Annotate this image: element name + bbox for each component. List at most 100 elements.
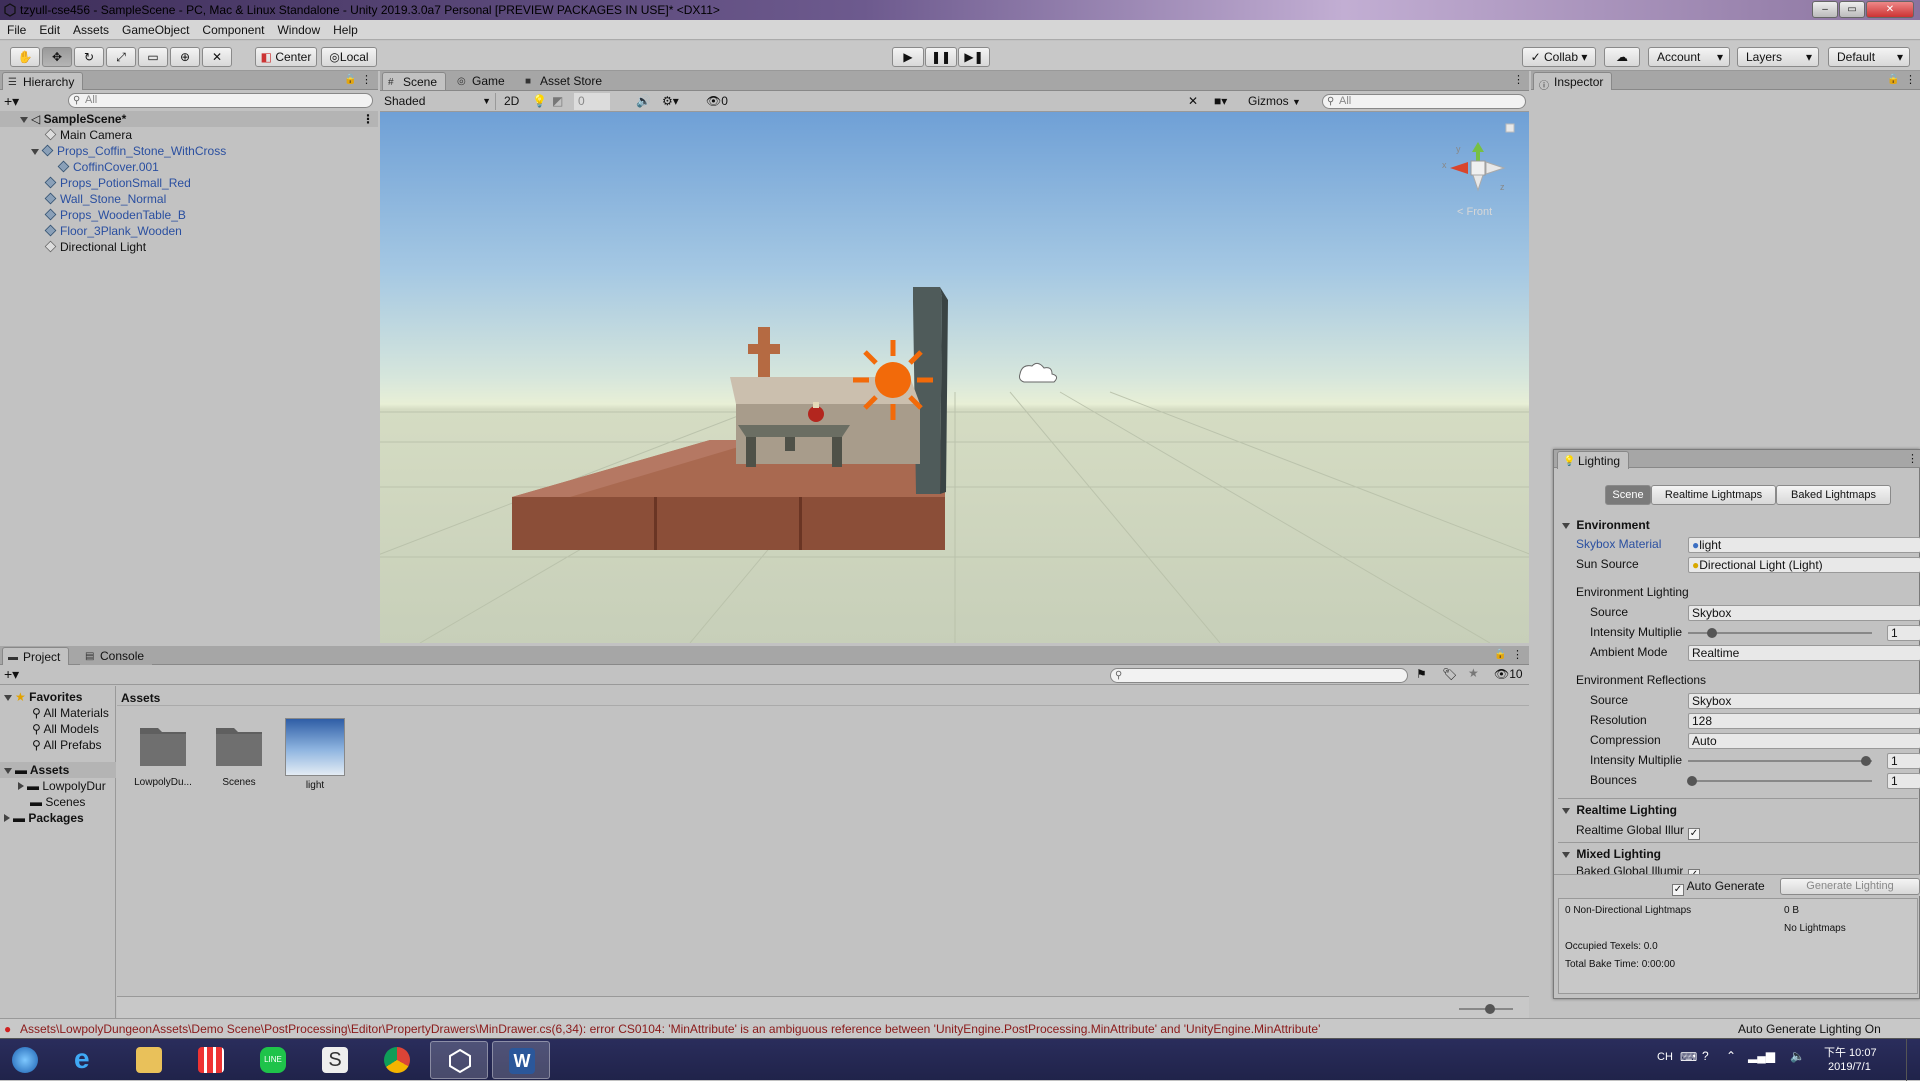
ime-indicator[interactable]: CH: [1657, 1051, 1673, 1063]
panel-menu-icon[interactable]: ⋮: [1512, 648, 1523, 661]
bounces-field[interactable]: 1: [1887, 773, 1920, 789]
slider-knob[interactable]: [1686, 776, 1697, 786]
orientation-label[interactable]: < Front: [1457, 206, 1492, 218]
hierarchy-item-coffin[interactable]: Props_Coffin_Stone_WithCross: [0, 143, 226, 159]
refl-intensity-field[interactable]: 1: [1887, 753, 1920, 769]
hierarchy-item-coffin-cover[interactable]: CoffinCover.001: [0, 159, 159, 175]
minimize-button[interactable]: –: [1812, 1, 1838, 18]
favorite-all-materials[interactable]: ⚲ All Materials: [0, 705, 109, 721]
panel-menu-icon[interactable]: ⋮: [361, 73, 372, 86]
taskbar-line[interactable]: LINE: [244, 1041, 302, 1079]
menu-file[interactable]: File: [0, 20, 32, 37]
rect-tool-icon[interactable]: ▭: [138, 47, 168, 67]
pause-button[interactable]: ❚❚: [925, 47, 957, 67]
layout-dropdown[interactable]: Default ▾: [1828, 47, 1910, 67]
shading-mode-dropdown[interactable]: Shaded ▼: [382, 93, 496, 110]
scale-tool-icon[interactable]: ⤢: [106, 47, 136, 67]
layers-dropdown[interactable]: Layers ▾: [1737, 47, 1819, 67]
gizmos-dropdown[interactable]: Gizmos ▼: [1246, 93, 1310, 110]
account-dropdown[interactable]: Account ▾: [1648, 47, 1730, 67]
auto-generate-toggle[interactable]: ✓ Auto Generate: [1672, 878, 1765, 896]
taskbar-chrome[interactable]: [368, 1041, 426, 1079]
tab-console[interactable]: ▤ Console: [80, 647, 153, 665]
ambient-mode-dropdown[interactable]: Realtime: [1688, 645, 1920, 661]
lock-icon[interactable]: 🔒: [344, 74, 356, 85]
compression-dropdown[interactable]: Auto: [1688, 733, 1920, 749]
env-intensity-slider[interactable]: [1688, 628, 1872, 638]
camera-dropdown-icon[interactable]: ■▾: [1214, 93, 1244, 110]
project-search-input[interactable]: ⚲: [1110, 668, 1408, 683]
rotate-tool-icon[interactable]: ↻: [74, 47, 104, 67]
hand-tool-icon[interactable]: ✋: [10, 47, 40, 67]
scene-root-row[interactable]: ◁ SampleScene* ⋮: [0, 111, 378, 127]
hierarchy-search-input[interactable]: ⚲ All: [68, 93, 373, 108]
restore-button[interactable]: ▭: [1839, 1, 1865, 18]
breadcrumb-assets[interactable]: Assets: [121, 691, 160, 705]
transform-tool-icon[interactable]: ⊕: [170, 47, 200, 67]
tree-folder-scenes[interactable]: ▬ Scenes: [0, 794, 85, 810]
space-local-button[interactable]: ◎Local: [321, 47, 377, 67]
tab-project[interactable]: ▬ Project: [2, 647, 70, 665]
hierarchy-item-table[interactable]: Props_WoodenTable_B: [0, 207, 186, 223]
audio-icon[interactable]: 🔊: [636, 93, 654, 110]
taskbar-app-s[interactable]: S: [306, 1041, 364, 1079]
lock-icon[interactable]: 🔒: [1887, 74, 1899, 85]
tab-inspector[interactable]: ⓘ Inspector: [1533, 72, 1613, 92]
env-intensity-field[interactable]: 1: [1887, 625, 1920, 641]
tab-realtime-lightmaps[interactable]: Realtime Lightmaps: [1651, 485, 1776, 505]
tools-icon[interactable]: ✕: [1188, 93, 1206, 110]
help-icon[interactable]: ?: [1702, 1049, 1709, 1063]
start-button[interactable]: [2, 1041, 52, 1079]
tab-baked-lightmaps[interactable]: Baked Lightmaps: [1776, 485, 1891, 505]
mixed-lighting-header[interactable]: Mixed Lighting: [1562, 846, 1661, 863]
menu-component[interactable]: Component: [195, 20, 270, 37]
taskbar-clock-time[interactable]: 下午 10:07: [1824, 1044, 1877, 1060]
baked-gi-checkbox[interactable]: ✓: [1688, 863, 1700, 874]
favorites-header[interactable]: ★ Favorites: [0, 689, 82, 705]
resolution-dropdown[interactable]: 128: [1688, 713, 1920, 729]
slider-knob[interactable]: [1706, 628, 1717, 638]
hierarchy-item-wall[interactable]: Wall_Stone_Normal: [0, 191, 166, 207]
panel-menu-icon[interactable]: ⋮: [1907, 452, 1918, 465]
create-plus-icon[interactable]: +▾: [4, 666, 19, 683]
tree-folder-lowpoly[interactable]: ▬ LowpolyDur: [0, 778, 116, 794]
tab-lighting[interactable]: 💡 Lighting: [1557, 451, 1630, 469]
slider-knob[interactable]: [1861, 756, 1872, 766]
taskbar-word[interactable]: W: [492, 1041, 550, 1079]
fx-count-field[interactable]: 0: [574, 93, 610, 110]
taskbar-apps[interactable]: [182, 1041, 240, 1079]
tab-lighting-scene[interactable]: Scene: [1605, 485, 1651, 505]
hierarchy-item-main-camera[interactable]: Main Camera: [0, 127, 132, 143]
collab-dropdown[interactable]: ✓ Collab ▾: [1522, 47, 1596, 67]
taskbar-explorer[interactable]: [120, 1041, 178, 1079]
network-icon[interactable]: ▂▄▆: [1748, 1049, 1775, 1063]
asset-folder-scenes[interactable]: Scenes: [206, 718, 272, 798]
scene-viewport[interactable]: y x z < Front: [380, 112, 1529, 643]
refl-source-dropdown[interactable]: Skybox: [1688, 693, 1920, 709]
hidden-packages-toggle[interactable]: 👁10: [1494, 667, 1523, 681]
panel-menu-icon[interactable]: ⋮: [1905, 73, 1916, 86]
favorite-all-models[interactable]: ⚲ All Models: [0, 721, 99, 737]
asset-material-light[interactable]: light: [282, 718, 348, 798]
create-plus-icon[interactable]: +▾: [4, 93, 19, 110]
effects-dropdown-icon[interactable]: ⚙▾: [662, 93, 690, 110]
keyboard-icon[interactable]: ⌨: [1680, 1050, 1697, 1064]
volume-icon[interactable]: 🔈: [1790, 1049, 1805, 1063]
scene-fx-icon[interactable]: ◩: [552, 93, 570, 110]
step-button[interactable]: ▶❚: [958, 47, 990, 67]
skybox-material-field[interactable]: ●light: [1688, 537, 1920, 553]
show-desktop-button[interactable]: [1906, 1039, 1920, 1081]
taskbar-ie[interactable]: e: [58, 1041, 116, 1079]
move-tool-icon[interactable]: ✥: [42, 47, 72, 67]
environment-header[interactable]: Environment: [1562, 517, 1650, 534]
favorite-all-prefabs[interactable]: ⚲ All Prefabs: [0, 737, 102, 753]
tab-game[interactable]: ◎ Game: [452, 72, 513, 90]
taskbar-unity[interactable]: [430, 1041, 488, 1079]
tab-hierarchy[interactable]: ☰ Hierarchy: [2, 72, 84, 90]
scene-search-input[interactable]: ⚲ All: [1322, 94, 1526, 109]
assets-tree-root[interactable]: ▬ Assets: [0, 762, 116, 778]
menu-assets[interactable]: Assets: [66, 20, 115, 37]
hierarchy-item-floor[interactable]: Floor_3Plank_Wooden: [0, 223, 182, 239]
2d-toggle[interactable]: 2D: [504, 93, 526, 110]
refl-intensity-slider[interactable]: [1688, 756, 1872, 766]
